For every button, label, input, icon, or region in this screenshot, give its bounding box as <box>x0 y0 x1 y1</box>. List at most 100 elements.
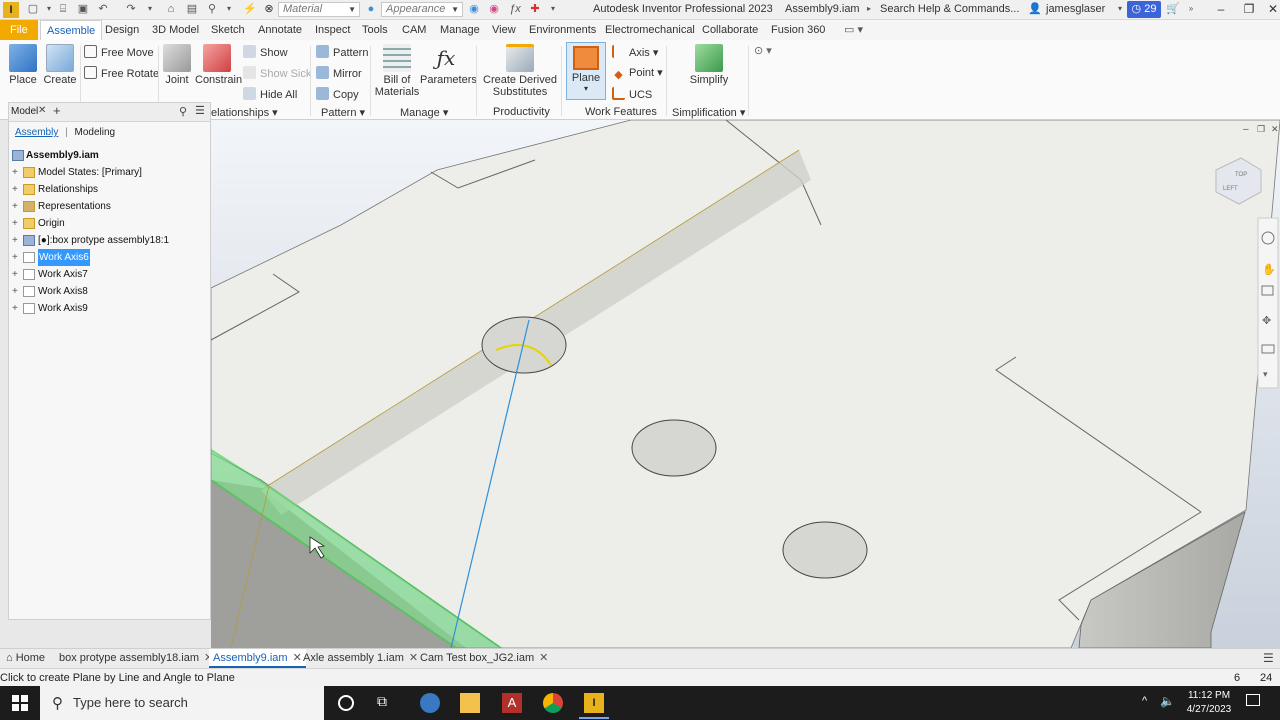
maximize-button[interactable]: ❐ <box>1238 1 1260 18</box>
appearance-combo[interactable]: Appearance ▼ <box>381 2 463 17</box>
close-tab-icon[interactable]: ✕ <box>539 652 548 664</box>
free-move-button[interactable]: Free Move <box>84 45 154 59</box>
stop-icon[interactable]: ⊗ <box>262 2 276 16</box>
undo-icon[interactable]: ↶ <box>96 2 110 16</box>
tab-inspect[interactable]: Inspect <box>309 20 356 40</box>
customize-icon[interactable]: ▾ <box>546 2 560 16</box>
show-sick-button[interactable]: Show Sick <box>243 66 311 80</box>
copy-button[interactable]: Copy <box>316 87 359 101</box>
expand-icon[interactable]: + <box>12 181 18 198</box>
tab-assemble[interactable]: Assemble <box>40 20 103 40</box>
tree-item-work-axis9[interactable]: + Work Axis9 <box>9 300 210 317</box>
help-search-input[interactable]: Search Help & Commands... <box>876 1 1026 18</box>
hide-all-button[interactable]: Hide All <box>243 87 297 101</box>
windows-start-icon[interactable] <box>12 695 28 711</box>
constrain-button[interactable]: Constrain <box>195 44 242 86</box>
clear-appearance-icon[interactable]: ◉ <box>487 2 501 16</box>
file-explorer-icon[interactable] <box>460 693 480 713</box>
redo-icon[interactable]: ↷ <box>124 2 138 16</box>
taskbar-clock[interactable]: 11:12 PM 4/27/2023 <box>1180 689 1238 717</box>
expand-icon[interactable]: + <box>12 232 18 249</box>
new-dropdown-icon[interactable]: ▾ <box>42 2 56 16</box>
show-button[interactable]: Show <box>243 45 288 59</box>
notifications-icon[interactable] <box>1246 694 1260 706</box>
tree-root[interactable]: Assembly9.iam <box>9 147 210 164</box>
parameters-button[interactable]: ƒx Parameters <box>420 44 477 86</box>
expand-icon[interactable]: + <box>12 283 18 300</box>
volume-icon[interactable]: 🔈 <box>1160 694 1175 708</box>
expand-icon[interactable]: + <box>12 266 18 283</box>
app-icon[interactable] <box>420 693 440 713</box>
tab-view[interactable]: View <box>486 20 522 40</box>
simplify-button[interactable]: Simplify <box>686 44 732 86</box>
place-button[interactable]: Place <box>6 44 40 86</box>
orbit-icon[interactable]: ✥ <box>1262 315 1271 327</box>
doc-tab-assembly9[interactable]: Assembly9.iam ✕ <box>209 649 306 668</box>
tab-sketch[interactable]: Sketch <box>205 20 251 40</box>
save-icon[interactable]: ▣ <box>76 2 90 16</box>
nav-more-icon[interactable]: ▾ <box>1263 369 1268 379</box>
plane-button[interactable]: Plane ▾ <box>566 42 606 100</box>
tray-chevron-icon[interactable]: ^ <box>1142 695 1147 707</box>
ribbon-options-icon[interactable]: ▭ ▾ <box>838 20 869 40</box>
tab-home[interactable]: ⌂ Home <box>2 649 49 668</box>
expand-icon[interactable]: + <box>12 300 18 317</box>
add-browser-icon[interactable]: + <box>53 103 61 118</box>
taskbar-search-input[interactable]: Type here to search <box>40 686 324 720</box>
ribbon-extra-icon[interactable]: ⊙ ▾ <box>754 44 772 57</box>
tab-manage[interactable]: Manage <box>434 20 486 40</box>
expand-icon[interactable]: + <box>12 198 18 215</box>
axis-button[interactable]: Axis ▾ <box>612 45 658 59</box>
expand-icon[interactable]: + <box>12 215 18 232</box>
pan-icon[interactable]: ✋ <box>1262 263 1276 276</box>
cortana-icon[interactable] <box>338 695 354 711</box>
tab-cam[interactable]: CAM <box>396 20 432 40</box>
tree-item-subassembly[interactable]: + [●]:box protype assembly18:1 <box>9 232 210 249</box>
expand-icon[interactable]: + <box>12 164 18 181</box>
close-browser-tab-icon[interactable]: ✕ <box>38 105 46 116</box>
subtab-modeling[interactable]: Modeling <box>75 127 116 138</box>
group-pattern[interactable]: Pattern ▾ <box>321 106 365 119</box>
chrome-icon[interactable] <box>543 693 563 713</box>
joint-button[interactable]: Joint <box>162 44 192 86</box>
ucs-button[interactable]: UCS <box>612 87 652 101</box>
close-window-button[interactable]: ✕ <box>1262 1 1280 18</box>
tab-file[interactable]: File <box>0 20 38 40</box>
model-canvas[interactable]: TOP LEFT – ❐ ✕ ✋ ✥ ▾ <box>211 120 1280 648</box>
bill-of-materials-button[interactable]: Bill of Materials <box>374 44 420 98</box>
mirror-button[interactable]: Mirror <box>316 66 362 80</box>
acrobat-icon[interactable]: A <box>502 693 522 713</box>
tree-item-representations[interactable]: + Representations <box>9 198 210 215</box>
doc-tab-box-protype[interactable]: box protype assembly18.iam✕ <box>55 649 217 668</box>
expand-icon[interactable]: + <box>12 249 18 266</box>
tree-item-work-axis8[interactable]: + Work Axis8 <box>9 283 210 300</box>
user-icon[interactable]: 👤 <box>1028 2 1042 16</box>
group-relationships[interactable]: elationships ▾ <box>211 106 278 119</box>
select-filter-dropdown-icon[interactable]: ▾ <box>222 2 236 16</box>
point-button[interactable]: ◆ Point ▾ <box>612 66 662 82</box>
group-simplification[interactable]: Simplification ▾ <box>672 106 745 119</box>
minimize-button[interactable]: – <box>1210 1 1232 18</box>
browser-menu-icon[interactable]: ☰ <box>195 104 205 117</box>
task-view-icon[interactable]: ⧉ <box>377 693 397 713</box>
create-button[interactable]: Create <box>43 44 77 86</box>
new-file-icon[interactable]: ▢ <box>26 2 40 16</box>
username[interactable]: jamesglaser <box>1046 3 1105 15</box>
material-combo[interactable]: Material ▼ <box>278 2 360 17</box>
tab-list-menu-icon[interactable]: ☰ <box>1263 651 1274 665</box>
browser-search-icon[interactable]: ⚲ <box>179 105 187 118</box>
tab-fusion-360[interactable]: Fusion 360 <box>765 20 831 40</box>
tree-item-origin[interactable]: + Origin <box>9 215 210 232</box>
select-filter-icon[interactable]: ⚲ <box>205 2 219 16</box>
group-manage[interactable]: Manage ▾ <box>400 106 448 119</box>
tab-collaborate[interactable]: Collaborate <box>696 20 764 40</box>
update-icon[interactable]: ⚡ <box>243 2 257 16</box>
iproperties-icon[interactable]: ▤ <box>185 2 199 16</box>
viewport-restore-icon[interactable]: ❐ <box>1257 124 1265 134</box>
add-icon[interactable]: ✚ <box>528 2 542 16</box>
fx-icon[interactable]: ƒx <box>508 2 522 16</box>
tree-item-model-states[interactable]: + Model States: [Primary] <box>9 164 210 181</box>
user-dropdown-icon[interactable]: ▾ <box>1113 2 1127 16</box>
tab-3d-model[interactable]: 3D Model <box>146 20 205 40</box>
create-derived-substitutes-button[interactable]: Create Derived Substitutes <box>482 44 558 98</box>
